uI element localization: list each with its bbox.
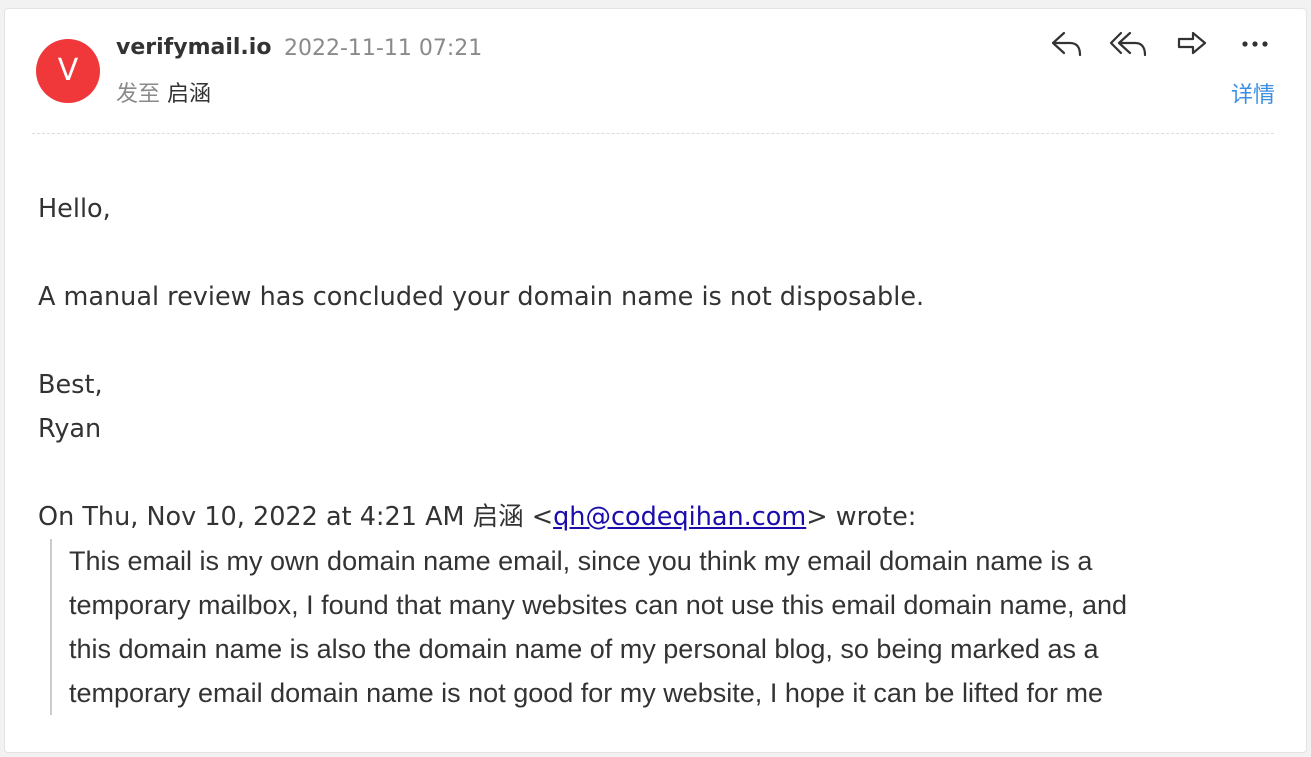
reply-all-button[interactable] <box>1109 27 1149 61</box>
sent-date: 2022-11-11 07:21 <box>284 36 483 61</box>
reply-button[interactable] <box>1047 27 1087 61</box>
details-link[interactable]: 详情 <box>1231 77 1275 109</box>
reply-icon <box>1051 31 1082 57</box>
more-button[interactable] <box>1235 27 1275 61</box>
quoted-line: temporary mailbox, I found that many web… <box>69 590 1128 620</box>
sent-to-line: 发至 启涵 <box>116 76 211 108</box>
quoted-line: This email is my own domain name email, … <box>69 546 1093 576</box>
quoted-message: This email is my own domain name email, … <box>50 539 1278 715</box>
avatar[interactable]: V <box>36 39 100 103</box>
email-card: V verifymail.io 2022-11-11 07:21 发至 启涵 详… <box>4 8 1307 753</box>
more-icon <box>1242 41 1268 47</box>
sent-to-label: 发至 <box>116 82 161 107</box>
quote-intro-prefix: On Thu, Nov 10, 2022 at 4:21 AM 启涵 < <box>38 502 554 532</box>
quoted-line: temporary email domain name is not good … <box>69 678 1104 708</box>
signature: Ryan <box>38 414 102 444</box>
recipient-name[interactable]: 启涵 <box>167 82 211 107</box>
sender-name[interactable]: verifymail.io <box>116 35 271 60</box>
greeting: Hello, <box>38 194 111 224</box>
signoff: Best, <box>38 370 103 400</box>
quote-intro: On Thu, Nov 10, 2022 at 4:21 AM 启涵 <qh@c… <box>38 495 1278 539</box>
forward-icon <box>1177 31 1207 55</box>
quote-intro-suffix: > wrote: <box>806 502 917 532</box>
reply-all-icon <box>1109 31 1147 57</box>
message-line: A manual review has concluded your domai… <box>38 282 925 312</box>
message-body: Hello, A manual review has concluded you… <box>38 187 1278 715</box>
header-divider <box>32 133 1274 134</box>
quoted-email-link[interactable]: qh@codeqihan.com <box>553 502 806 532</box>
forward-button[interactable] <box>1172 27 1212 61</box>
quoted-line: this domain name is also the domain name… <box>69 634 1099 664</box>
